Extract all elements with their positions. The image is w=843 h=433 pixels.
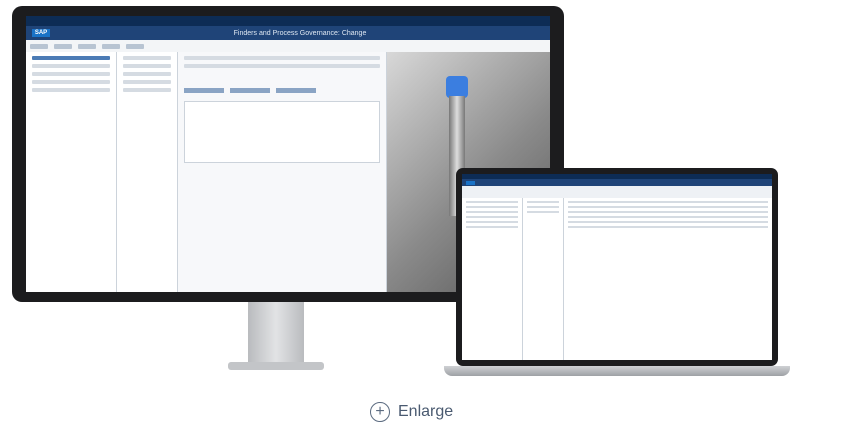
table-row[interactable]	[568, 211, 768, 213]
valve-actuator	[446, 76, 468, 98]
list-item	[123, 64, 171, 68]
table-row[interactable]	[568, 226, 768, 228]
header-data-form	[178, 52, 387, 292]
toolbar-button[interactable]	[78, 43, 96, 49]
plus-circle-icon: +	[370, 402, 390, 422]
tab-strip	[184, 88, 380, 93]
list-item	[527, 206, 559, 208]
table-row[interactable]	[568, 216, 768, 218]
data-grid[interactable]	[184, 101, 380, 163]
list-item	[123, 72, 171, 76]
monitor-stand	[248, 302, 304, 366]
laptop-screen	[462, 174, 772, 360]
toolbar-button[interactable]	[102, 43, 120, 49]
table-row[interactable]	[568, 221, 768, 223]
tab[interactable]	[184, 88, 224, 93]
laptop	[456, 168, 778, 366]
tree-item[interactable]	[466, 216, 518, 218]
description-column	[117, 52, 178, 292]
list-item	[123, 88, 171, 92]
form-field[interactable]	[184, 64, 380, 68]
tree-item[interactable]	[466, 206, 518, 208]
description-column	[523, 198, 564, 360]
tab[interactable]	[276, 88, 316, 93]
list-item	[527, 211, 559, 213]
tree-item[interactable]	[466, 226, 518, 228]
tree-item[interactable]	[466, 221, 518, 223]
sap-shellbar: SAP Finders and Process Governance: Chan…	[26, 26, 550, 40]
tab[interactable]	[230, 88, 270, 93]
tree-item[interactable]	[32, 64, 110, 68]
sap-logo	[466, 180, 475, 185]
list-item	[123, 80, 171, 84]
toolbar-button[interactable]	[54, 43, 72, 49]
toolbar-button[interactable]	[30, 43, 48, 49]
enlarge-label: Enlarge	[398, 403, 454, 420]
structure-tree[interactable]	[26, 52, 117, 292]
data-table[interactable]	[564, 198, 772, 360]
app-title: Finders and Process Governance: Change	[233, 29, 367, 37]
list-item	[123, 56, 171, 60]
tree-item[interactable]	[32, 72, 110, 76]
laptop-base	[444, 366, 790, 376]
sap-logo: SAP	[32, 29, 50, 37]
table-row[interactable]	[568, 201, 768, 203]
sap-shellbar	[462, 179, 772, 186]
tree-item[interactable]	[32, 88, 110, 92]
table-row[interactable]	[568, 206, 768, 208]
tree-item[interactable]	[32, 80, 110, 84]
enlarge-button[interactable]: + Enlarge	[370, 402, 453, 422]
list-item	[527, 201, 559, 203]
window-titlebar	[26, 16, 550, 26]
toolbar-button[interactable]	[126, 43, 144, 49]
monitor-stand-base	[228, 362, 324, 370]
structure-tree[interactable]	[462, 198, 523, 360]
tree-item[interactable]	[32, 56, 110, 60]
form-field[interactable]	[184, 56, 380, 60]
tree-item[interactable]	[466, 211, 518, 213]
tree-item[interactable]	[466, 201, 518, 203]
app-body	[462, 198, 772, 360]
